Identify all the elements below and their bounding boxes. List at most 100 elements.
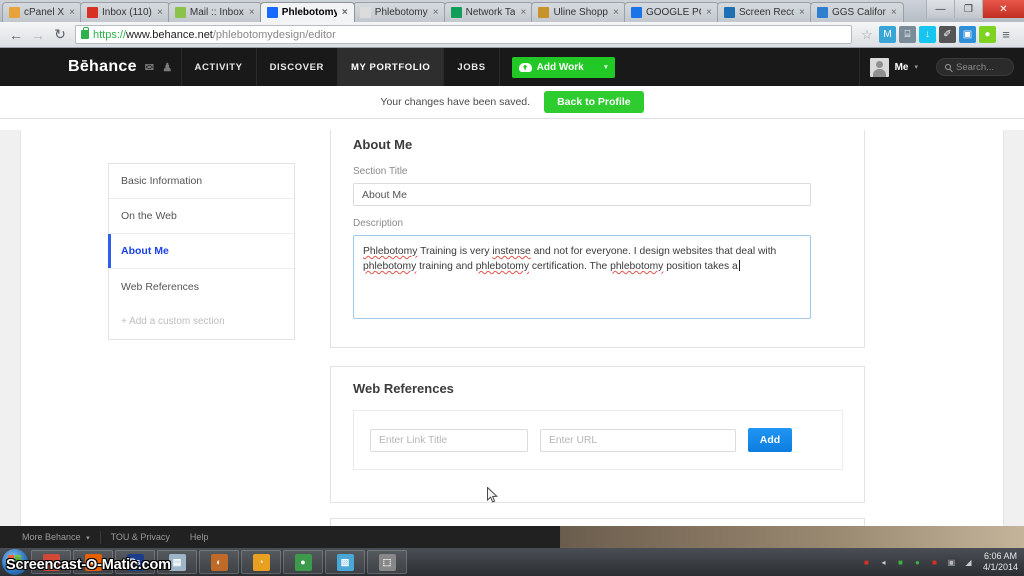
sidebar-item-label: + Add a custom section xyxy=(121,316,225,327)
tray-icon-red[interactable]: ■ xyxy=(928,556,941,569)
behance-logo[interactable]: Bēhance ✉ ♟ xyxy=(0,48,181,86)
browser-tab[interactable]: Network Ta× xyxy=(444,2,534,22)
avatar[interactable] xyxy=(870,58,889,77)
save-message: Your changes have been saved. xyxy=(380,96,530,108)
footer-more-behance-label: More Behance xyxy=(22,532,81,542)
back-icon[interactable]: ← xyxy=(6,25,26,45)
taskbar-item-book[interactable]: ▧ xyxy=(325,550,365,574)
nav-item-my-portfolio[interactable]: MY PORTFOLIO xyxy=(337,48,443,86)
description-text: training and xyxy=(416,261,476,272)
browser-tab[interactable]: Uline Shopp× xyxy=(531,2,625,22)
power-extension-icon[interactable]: ● xyxy=(979,26,996,43)
tray-icon-monitor[interactable]: ▣ xyxy=(945,556,958,569)
footer-tou-privacy[interactable]: TOU & Privacy xyxy=(101,532,180,542)
nav-item-discover[interactable]: DISCOVER xyxy=(256,48,337,86)
minimize-button[interactable]: — xyxy=(926,0,954,18)
bookmark-star-icon[interactable]: ☆ xyxy=(857,25,877,45)
url-host: www.behance.net xyxy=(126,29,213,41)
me-label[interactable]: Me xyxy=(895,62,909,73)
screencast-extension-icon[interactable]: ▣ xyxy=(959,26,976,43)
address-bar[interactable]: https://www.behance.net/phlebotomydesign… xyxy=(75,25,852,44)
url-input[interactable]: Enter URL xyxy=(540,429,736,452)
link-title-placeholder: Enter Link Title xyxy=(379,435,447,446)
tab-close-icon[interactable]: × xyxy=(340,7,350,18)
browser-tab-label: Screen Reco xyxy=(739,7,794,18)
mailbox-extension-icon[interactable]: M xyxy=(879,26,896,43)
browser-tab[interactable]: GGS Califor× xyxy=(810,2,904,22)
tab-close-icon[interactable]: × xyxy=(611,7,621,18)
url-scheme: https:// xyxy=(93,29,126,41)
editor-sidebar: Basic Information On the Web About Me Web R… xyxy=(108,163,295,340)
eyedropper-extension-icon[interactable]: ✐ xyxy=(939,26,956,43)
taskbar-item-paint-glyph: ◐ xyxy=(211,554,228,571)
taskbar-item-paint[interactable]: ◐ xyxy=(199,550,239,574)
tab-close-icon[interactable]: × xyxy=(797,7,807,18)
link-title-input[interactable]: Enter Link Title xyxy=(370,429,528,452)
sidebar-item-web-references[interactable]: Web References xyxy=(109,269,294,304)
tray-icon-signal[interactable]: ◢ xyxy=(962,556,975,569)
nav-spacer xyxy=(627,48,859,86)
reload-icon[interactable]: ↻ xyxy=(50,25,70,45)
browser-tab[interactable]: Mail :: Inbox× xyxy=(168,2,262,22)
add-reference-button[interactable]: Add xyxy=(748,428,792,452)
browser-toolbar: ← → ↻ https://www.behance.net/phlebotomy… xyxy=(0,22,1024,48)
tab-close-icon[interactable]: × xyxy=(704,7,714,18)
tab-close-icon[interactable]: × xyxy=(155,7,165,18)
close-window-button[interactable]: ✕ xyxy=(982,0,1024,18)
sidebar-item-label: Basic Information xyxy=(121,175,202,187)
section-title-value: About Me xyxy=(362,189,407,201)
tab-close-icon[interactable]: × xyxy=(247,7,257,18)
taskbar-item-globe[interactable]: ● xyxy=(283,550,323,574)
browser-tab[interactable]: cPanel X× xyxy=(2,2,82,22)
sidebar-item-basic-information[interactable]: Basic Information xyxy=(109,164,294,199)
browser-tab-label: Mail :: Inbox xyxy=(190,7,244,18)
sidebar-item-add-custom-section[interactable]: + Add a custom section xyxy=(109,304,294,339)
browser-tab[interactable]: GOOGLE PO× xyxy=(624,2,719,22)
chrome-menu-icon[interactable]: ≡ xyxy=(996,25,1016,45)
browser-tab[interactable]: Inbox (110)× xyxy=(80,2,170,22)
tray-icon-network-green[interactable]: ■ xyxy=(894,556,907,569)
sidebar-item-about-me[interactable]: About Me xyxy=(109,234,294,269)
taskbar-item-globe-glyph: ● xyxy=(295,554,312,571)
browser-tab-label: Phlebotomy xyxy=(375,7,428,18)
clipboard-extension-icon[interactable]: ⌸ xyxy=(899,26,916,43)
taskbar-clock[interactable]: 6:06 AM 4/1/2014 xyxy=(979,551,1020,573)
ssl-lock-icon xyxy=(81,30,89,39)
browser-tab[interactable]: Screen Reco× xyxy=(717,2,812,22)
search-input[interactable]: Search... xyxy=(936,58,1014,76)
download-extension-icon[interactable]: ↓ xyxy=(919,26,936,43)
nav-item-jobs[interactable]: JOBS xyxy=(443,48,498,86)
browser-tab[interactable]: Phlebotomy× xyxy=(353,2,446,22)
sidebar-item-label: Web References xyxy=(121,281,199,293)
browser-tab[interactable]: Phlebotomy× xyxy=(260,2,355,22)
tray-icon-volume[interactable]: ◂ xyxy=(877,556,890,569)
screencast-watermark: Screencast-O-Matic.com xyxy=(6,557,171,573)
chevron-down-icon[interactable]: ▾ xyxy=(914,63,918,71)
bell-icon[interactable]: ♟ xyxy=(162,61,172,74)
description-textarea[interactable]: Phlebotomy Training is very instense and… xyxy=(353,235,811,319)
footer-help[interactable]: Help xyxy=(180,532,219,542)
section-title-input[interactable]: About Me xyxy=(353,183,811,206)
footer-more-behance[interactable]: More Behance ▾ xyxy=(12,532,100,542)
tab-close-icon[interactable]: × xyxy=(518,7,528,18)
back-to-profile-button[interactable]: Back to Profile xyxy=(544,91,644,113)
tray-icon-globe[interactable]: ● xyxy=(911,556,924,569)
cpanel-icon xyxy=(9,7,20,18)
tab-close-icon[interactable]: × xyxy=(67,7,77,18)
tray-icon-alert[interactable]: ■ xyxy=(860,556,873,569)
message-icon[interactable]: ✉ xyxy=(145,61,155,74)
add-work-wrap: Add Work ▾ xyxy=(499,48,627,86)
taskbar-item-flame[interactable]: ◔ xyxy=(241,550,281,574)
tab-close-icon[interactable]: × xyxy=(889,7,899,18)
add-work-button[interactable]: Add Work ▾ xyxy=(512,57,615,78)
nav-item-activity[interactable]: ACTIVITY xyxy=(181,48,256,86)
footer-links: More Behance ▾ TOU & Privacy Help xyxy=(0,531,218,544)
sidebar-item-on-the-web[interactable]: On the Web xyxy=(109,199,294,234)
browser-tab-label: GGS Califor xyxy=(832,7,886,18)
sidebar-item-label: On the Web xyxy=(121,210,177,222)
maximize-button[interactable]: ❐ xyxy=(954,0,982,18)
forward-icon[interactable]: → xyxy=(28,25,48,45)
browser-tab-label: Inbox (110) xyxy=(102,7,152,18)
taskbar-item-capture[interactable]: ⬚ xyxy=(367,550,407,574)
tab-close-icon[interactable]: × xyxy=(431,7,441,18)
